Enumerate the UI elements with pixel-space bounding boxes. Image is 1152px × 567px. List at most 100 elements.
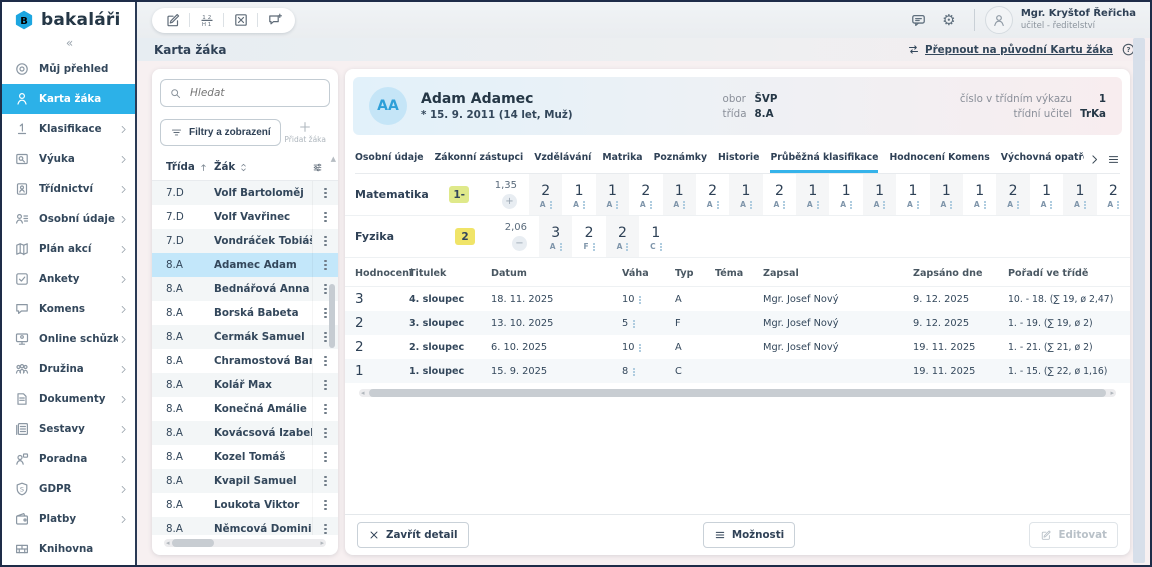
grade-cell[interactable]: 1 A <box>729 174 762 215</box>
grade-cell[interactable]: 2 A <box>996 174 1029 215</box>
grade-cell[interactable]: 1 A <box>896 174 929 215</box>
student-row[interactable]: 8.A Kozel Tomáš <box>152 445 338 469</box>
student-row[interactable]: 7.D Vondráček Tobiáš <box>152 229 338 253</box>
grade-menu-icon[interactable] <box>950 201 952 203</box>
row-menu-button[interactable] <box>312 229 338 253</box>
expand-subject-button[interactable]: + <box>502 194 517 209</box>
student-row[interactable]: 8.A Kovácsová Izabela <box>152 421 338 445</box>
student-row[interactable]: 8.A Kolář Max <box>152 373 338 397</box>
detail-tab[interactable]: Matrika <box>602 145 642 173</box>
student-row[interactable]: 8.A Chramostová Barbora <box>152 349 338 373</box>
grade-cell[interactable]: 1 A <box>663 174 696 215</box>
grade-cell[interactable]: 1 A <box>1030 174 1063 215</box>
scroll-right-arrow[interactable]: ▸ <box>1110 389 1114 397</box>
sidebar-item[interactable]: Osobní údaje <box>2 204 135 234</box>
weight-menu-icon[interactable] <box>633 368 635 370</box>
list-hscroll-thumb[interactable] <box>172 539 214 547</box>
collapse-subject-button[interactable]: − <box>512 236 527 251</box>
column-settings-icon[interactable] <box>312 162 323 173</box>
sidebar-item[interactable]: Třídnictví <box>2 174 135 204</box>
student-row[interactable]: 7.D Volf Vavřinec <box>152 205 338 229</box>
grade-menu-icon[interactable] <box>560 243 562 245</box>
edit-button[interactable]: Editovat <box>1029 522 1118 548</box>
grade-menu-icon[interactable] <box>550 201 552 203</box>
grade-cell[interactable]: 1 A <box>829 174 862 215</box>
grade-cell[interactable]: 2 A <box>606 216 639 257</box>
row-menu-button[interactable] <box>312 397 338 421</box>
table-row[interactable]: 1 1. sloupec 15. 9. 2025 8 C 19. 11. 202… <box>345 359 1130 383</box>
student-row[interactable]: 8.A Borská Babeta <box>152 301 338 325</box>
student-row[interactable]: 8.A Konečná Amálie <box>152 397 338 421</box>
grade-cell[interactable]: 2 F <box>572 216 605 257</box>
absence-button[interactable] <box>224 9 257 32</box>
grade-cell[interactable]: 2 A <box>763 174 796 215</box>
detail-tab[interactable]: Zákonní zástupci <box>435 145 524 173</box>
options-button[interactable]: Možnosti <box>703 522 795 548</box>
grade-cell[interactable]: 1 A <box>562 174 595 215</box>
add-grade-button[interactable]: 12H1 <box>190 9 223 32</box>
sidebar-item[interactable]: Karta žáka <box>2 84 135 114</box>
sidebar-item[interactable]: Dokumenty <box>2 384 135 414</box>
table-header-cell[interactable]: Téma <box>715 268 763 279</box>
column-class[interactable]: Třída <box>166 161 214 173</box>
sidebar-item[interactable]: S GDPR <box>2 474 135 504</box>
grade-cell[interactable]: 3 A <box>539 216 572 257</box>
row-menu-button[interactable] <box>312 445 338 469</box>
sidebar-item[interactable]: Platby <box>2 504 135 534</box>
grade-menu-icon[interactable] <box>984 201 986 203</box>
row-menu-button[interactable] <box>312 181 338 205</box>
row-menu-button[interactable] <box>312 253 338 277</box>
student-row[interactable]: 8.A Adamec Adam <box>152 253 338 277</box>
detail-tab[interactable]: Osobní údaje <box>355 145 424 173</box>
sidebar-item[interactable]: Klasifikace <box>2 114 135 144</box>
settings-button[interactable]: ⚙ <box>934 5 964 35</box>
row-menu-button[interactable] <box>312 493 338 517</box>
switch-to-original-card-link[interactable]: Přepnout na původní Kartu žáka <box>907 43 1113 56</box>
detail-tab[interactable]: Vzdělávání <box>534 145 591 173</box>
grade-menu-icon[interactable] <box>683 201 685 203</box>
messages-button[interactable] <box>904 5 934 35</box>
grade-cell[interactable]: 1 A <box>1063 174 1096 215</box>
sidebar-item[interactable]: Družina <box>2 354 135 384</box>
user-avatar[interactable] <box>985 6 1013 34</box>
scroll-up-arrow[interactable]: ▲ <box>331 155 336 163</box>
user-info[interactable]: Mgr. Kryštof Řeřicha učitel - ředitelstv… <box>1021 8 1136 31</box>
detail-tab[interactable]: Průběžná klasifikace <box>770 145 878 173</box>
row-menu-button[interactable] <box>312 349 338 373</box>
grade-menu-icon[interactable] <box>850 201 852 203</box>
detail-tab[interactable]: Poznámky <box>654 145 707 173</box>
sidebar-item[interactable]: Sestavy <box>2 414 135 444</box>
detail-hscroll-thumb[interactable] <box>369 389 1106 397</box>
table-header-cell[interactable]: Hodnocení <box>355 268 409 279</box>
window-scrollbar[interactable] <box>1133 38 1145 563</box>
table-header-cell[interactable]: Titulek <box>409 268 491 279</box>
detail-tab[interactable]: Výchovná opatření <box>1001 145 1084 173</box>
search-input[interactable] <box>188 86 321 100</box>
sidebar-item[interactable]: Můj přehled <box>2 54 135 84</box>
grade-menu-icon[interactable] <box>1117 201 1119 203</box>
weight-menu-icon[interactable] <box>639 344 641 346</box>
grade-menu-icon[interactable] <box>1017 201 1019 203</box>
grade-cell[interactable]: 2 A <box>696 174 729 215</box>
scroll-left-arrow[interactable]: ◂ <box>166 539 170 547</box>
student-row[interactable]: 7.D Volf Bartoloměj <box>152 181 338 205</box>
grade-cell[interactable]: 2 A <box>1097 174 1130 215</box>
row-menu-button[interactable] <box>312 421 338 445</box>
close-detail-button[interactable]: Zavřít detail <box>357 522 469 548</box>
grade-menu-icon[interactable] <box>583 201 585 203</box>
scroll-right-arrow[interactable]: ▸ <box>320 539 324 547</box>
grade-menu-icon[interactable] <box>917 201 919 203</box>
student-row[interactable]: 8.A Čermák Samuel <box>152 325 338 349</box>
table-header-cell[interactable]: Zapsáno dne <box>913 268 1008 279</box>
row-menu-button[interactable] <box>312 205 338 229</box>
table-header-cell[interactable]: Váha <box>622 268 675 279</box>
grade-menu-icon[interactable] <box>750 201 752 203</box>
grade-menu-icon[interactable] <box>783 201 785 203</box>
grade-menu-icon[interactable] <box>1084 201 1086 203</box>
detail-tab[interactable]: Historie <box>718 145 759 173</box>
detail-tab[interactable]: Hodnocení Komens <box>889 145 989 173</box>
row-menu-button[interactable] <box>312 469 338 493</box>
compose-note-button[interactable] <box>156 9 189 32</box>
table-header-cell[interactable]: Pořadí ve třídě <box>1008 268 1122 279</box>
table-row[interactable]: 2 2. sloupec 6. 10. 2025 10 A Mgr. Josef… <box>345 335 1130 359</box>
